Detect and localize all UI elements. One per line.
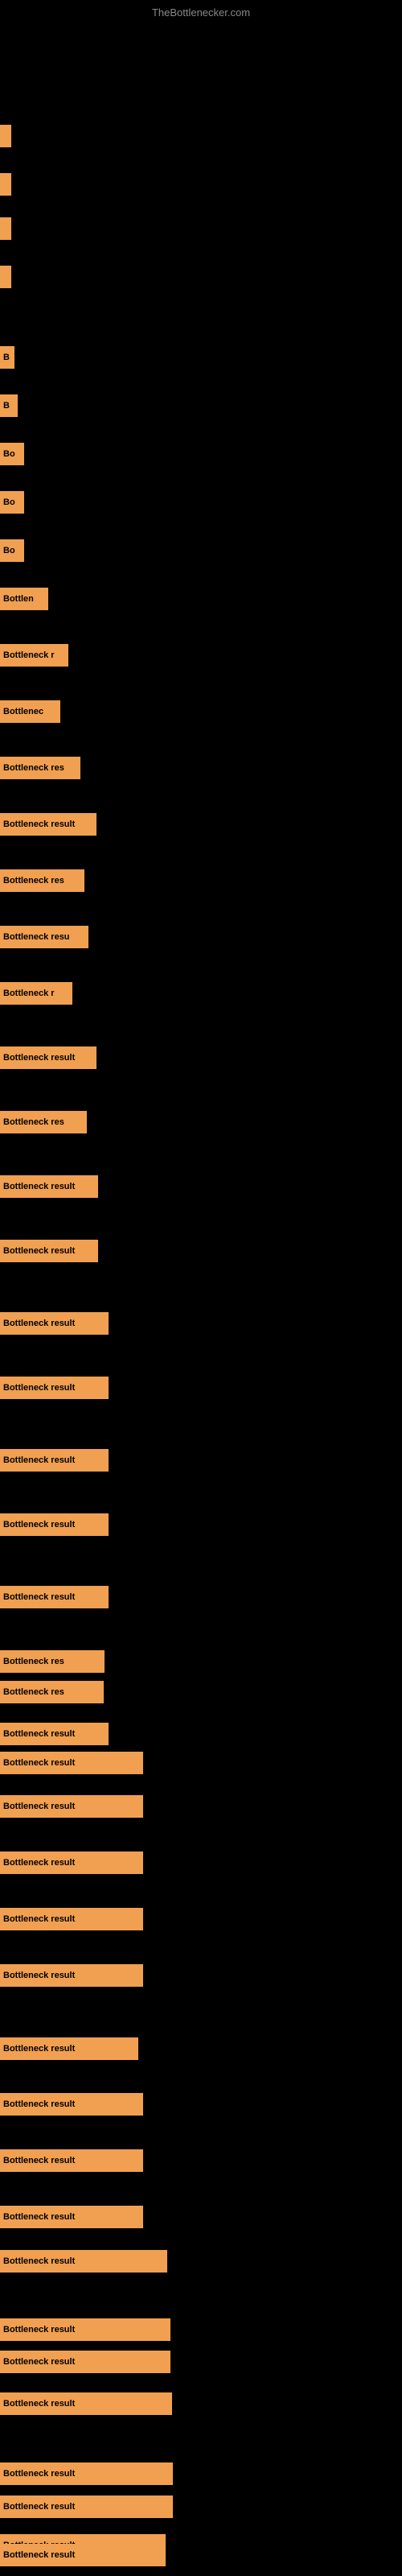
bar-item: Bottleneck result [0, 2250, 167, 2273]
bar-item: Bo [0, 491, 24, 514]
bottleneck-bar: Bottleneck result [0, 1852, 143, 1874]
bar-item: Bottleneck result [0, 2149, 143, 2172]
bar-item: Bottleneck result [0, 2351, 170, 2373]
bar-item: Bottleneck result [0, 1908, 143, 1930]
bar-item: Bottleneck result [0, 1046, 96, 1069]
bar-item: Bottleneck result [0, 2318, 170, 2341]
bottleneck-bar: Bottleneck result [0, 2093, 143, 2116]
bar-item: Bottleneck res [0, 869, 84, 892]
bar-item: Bottleneck resu [0, 926, 88, 948]
bottleneck-bar: Bottleneck result [0, 2318, 170, 2341]
bottleneck-bar: Bottleneck result [0, 1723, 109, 1745]
bottleneck-bar: Bottlenec [0, 700, 60, 723]
bottleneck-bar: B [0, 346, 14, 369]
bottleneck-bar [0, 125, 11, 147]
bar-item: Bottleneck result [0, 1586, 109, 1608]
bar-item: Bottleneck result [0, 2544, 166, 2566]
bottleneck-bar: Bottleneck res [0, 1111, 87, 1133]
bottleneck-bar: Bottleneck res [0, 757, 80, 779]
bar-item: Bottlenec [0, 700, 60, 723]
bottleneck-bar: Bottleneck result [0, 2206, 143, 2228]
bottleneck-bar: Bottleneck result [0, 2544, 166, 2566]
bottleneck-bar: Bottleneck result [0, 1513, 109, 1536]
bottleneck-bar: Bottleneck result [0, 1240, 98, 1262]
bottleneck-bar: Bottleneck result [0, 2037, 138, 2060]
bottleneck-bar [0, 217, 11, 240]
bar-item: Bottleneck res [0, 1650, 105, 1673]
bottleneck-bar: Bottleneck result [0, 1964, 143, 1987]
bottleneck-bar: Bottleneck result [0, 2351, 170, 2373]
bottleneck-bar: B [0, 394, 18, 417]
bar-item: Bo [0, 443, 24, 465]
bar-item: Bo [0, 539, 24, 562]
bar-item: Bottleneck result [0, 1175, 98, 1198]
bar-item: Bottleneck res [0, 757, 80, 779]
bottleneck-bar: Bottleneck result [0, 2250, 167, 2273]
bar-item: Bottleneck result [0, 2462, 173, 2485]
bar-item: Bottleneck result [0, 1449, 109, 1472]
bottleneck-bar: Bottleneck result [0, 2462, 173, 2485]
bottleneck-bar: Bottleneck result [0, 1795, 143, 1818]
bottleneck-bar: Bottleneck result [0, 2392, 172, 2415]
bottleneck-bar: Bottleneck result [0, 1312, 109, 1335]
site-title: TheBottlenecker.com [152, 6, 250, 19]
bar-item: Bottleneck result [0, 2037, 138, 2060]
bar-item: Bottleneck result [0, 2093, 143, 2116]
bottleneck-bar: Bottleneck r [0, 644, 68, 667]
bottleneck-bar: Bottleneck result [0, 1377, 109, 1399]
bar-item: Bottleneck r [0, 982, 72, 1005]
bar-item: Bottleneck result [0, 1312, 109, 1335]
bar-item: Bottleneck result [0, 1513, 109, 1536]
bottleneck-bar: Bottleneck result [0, 1586, 109, 1608]
bottleneck-bar: Bottleneck result [0, 1449, 109, 1472]
bar-item [0, 125, 11, 147]
bar-item: Bottleneck result [0, 813, 96, 836]
bottleneck-bar: Bottleneck resu [0, 926, 88, 948]
bottleneck-bar: Bottleneck result [0, 1908, 143, 1930]
bar-item: Bottleneck result [0, 2206, 143, 2228]
bar-item: Bottleneck result [0, 1795, 143, 1818]
bar-item: Bottleneck r [0, 644, 68, 667]
bottleneck-bar [0, 173, 11, 196]
bottleneck-bar: Bo [0, 539, 24, 562]
bar-item [0, 217, 11, 240]
bottleneck-bar: Bottleneck result [0, 1752, 143, 1774]
bottleneck-bar: Bottleneck res [0, 1681, 104, 1703]
bottleneck-bar [0, 266, 11, 288]
bar-item: Bottleneck result [0, 1852, 143, 1874]
bottleneck-bar: Bo [0, 443, 24, 465]
bar-item: Bottleneck result [0, 1752, 143, 1774]
bottleneck-bar: Bo [0, 491, 24, 514]
bar-item: Bottleneck res [0, 1681, 104, 1703]
bar-item: B [0, 394, 18, 417]
bar-item: Bottleneck result [0, 2496, 173, 2518]
bar-item: Bottleneck result [0, 2392, 172, 2415]
bottleneck-bar: Bottleneck result [0, 813, 96, 836]
bar-item [0, 173, 11, 196]
bottleneck-bar: Bottleneck result [0, 2149, 143, 2172]
bar-item: Bottleneck res [0, 1111, 87, 1133]
bottleneck-bar: Bottleneck result [0, 2496, 173, 2518]
bar-item: Bottleneck result [0, 1723, 109, 1745]
bar-item: Bottleneck result [0, 1377, 109, 1399]
bar-item [0, 266, 11, 288]
bar-item: Bottleneck result [0, 1240, 98, 1262]
bottleneck-bar: Bottleneck result [0, 1175, 98, 1198]
bar-item: B [0, 346, 14, 369]
bar-item: Bottleneck result [0, 1964, 143, 1987]
bar-item: Bottlen [0, 588, 48, 610]
bottleneck-bar: Bottleneck r [0, 982, 72, 1005]
bottleneck-bar: Bottlen [0, 588, 48, 610]
bottleneck-bar: Bottleneck res [0, 869, 84, 892]
bottleneck-bar: Bottleneck result [0, 1046, 96, 1069]
bottleneck-bar: Bottleneck res [0, 1650, 105, 1673]
